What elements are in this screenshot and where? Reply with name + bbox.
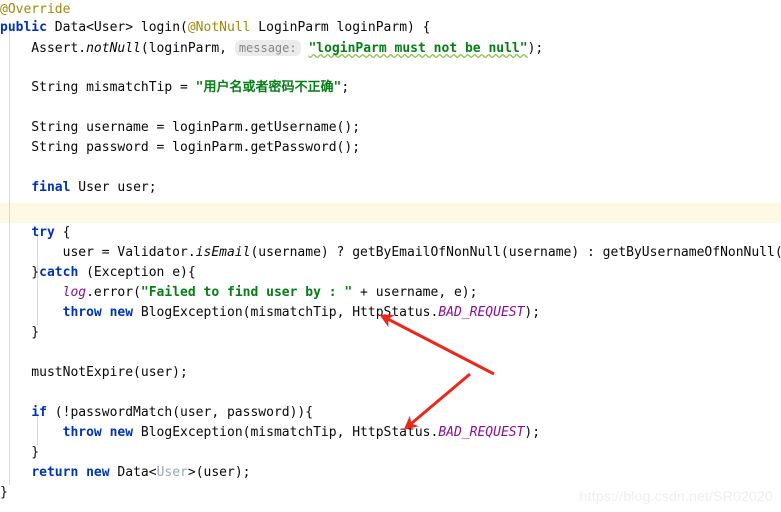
code-line-12[interactable]: try { (0, 223, 70, 243)
code-token: throw (62, 425, 102, 440)
code-token: { (54, 225, 71, 240)
code-token: isEmail (195, 245, 251, 260)
code-token: ); (524, 425, 541, 440)
code-token: >(user); (187, 465, 251, 480)
code-token: "Failed to find user by : " (140, 285, 353, 300)
code-token: new (86, 465, 110, 480)
code-token: BlogException(mismatchTip, HttpStatus. (133, 305, 439, 320)
code-line-16[interactable]: throw new BlogException(mismatchTip, Htt… (0, 303, 540, 323)
code-token: if (31, 405, 47, 420)
code-token: User (156, 465, 188, 480)
code-token: (loginParm, (140, 41, 235, 56)
code-token: LoginParm loginParm) { (250, 20, 431, 35)
code-token: @NotNull (187, 20, 251, 35)
code-token: ); (524, 305, 541, 320)
code-line-15[interactable]: log.error("Failed to find user by : " + … (0, 283, 478, 303)
code-line-13[interactable]: user = Validator.isEmail(username) ? get… (0, 243, 781, 263)
code-token: catch (39, 265, 79, 280)
code-line-24[interactable]: return new Data<User>(user); (0, 463, 251, 483)
code-token: log (62, 285, 87, 300)
code-line-2[interactable]: public Data<User> login(@NotNull LoginPa… (0, 18, 431, 38)
code-editor-pane[interactable]: @Override public Data<User> login(@NotNul… (0, 0, 781, 512)
code-line-7[interactable]: String username = loginParm.getUsername(… (0, 118, 360, 138)
code-token: String password = loginParm.getPassword(… (0, 140, 361, 155)
code-line-25[interactable]: } (0, 483, 8, 503)
code-line-22[interactable]: throw new BlogException(mismatchTip, Htt… (0, 423, 540, 443)
code-token: public (0, 20, 47, 35)
code-token: throw (62, 305, 102, 320)
code-token: Assert. (0, 41, 87, 56)
code-token: BAD_REQUEST (438, 305, 525, 320)
code-token: } (0, 445, 40, 460)
code-token: BlogException(mismatchTip, HttpStatus. (133, 425, 439, 440)
code-token: new (109, 305, 134, 320)
code-token: User user; (70, 180, 157, 195)
code-token: @Override (0, 2, 71, 17)
code-token: .error( (86, 285, 141, 300)
code-token: BAD_REQUEST (438, 425, 525, 440)
code-line-3[interactable]: Assert.notNull(loginParm, message: "logi… (0, 38, 543, 58)
watermark-url: https://blog.csdn.net/SR02020 (579, 488, 773, 504)
code-token: Data<User> login( (46, 20, 188, 35)
code-token: String mismatchTip = (0, 80, 196, 95)
code-token: Data< (109, 465, 157, 480)
code-token: } (0, 265, 40, 280)
code-token: notNull (86, 41, 141, 56)
code-line-5[interactable]: String mismatchTip = "用户名或者密码不正确"; (0, 78, 349, 98)
code-line-17[interactable]: } (0, 323, 39, 343)
code-line-23[interactable]: } (0, 443, 39, 463)
code-line-14[interactable]: }catch (Exception e){ (0, 263, 196, 283)
code-line-19[interactable]: mustNotExpire(user); (0, 363, 188, 383)
code-token: ); (527, 41, 544, 56)
code-token: new (109, 425, 134, 440)
code-token: final (31, 180, 71, 195)
code-token: "loginParm must not be null" (308, 41, 528, 56)
code-token: user = Validator. (0, 245, 196, 260)
code-token: String username = loginParm.getUsername(… (0, 120, 361, 135)
code-token: (!passwordMatch(user, password)){ (46, 405, 314, 420)
code-token: (Exception e){ (78, 265, 196, 280)
source-code-text[interactable]: @Override public Data<User> login(@NotNul… (0, 0, 781, 512)
code-line-8[interactable]: String password = loginParm.getPassword(… (0, 138, 360, 158)
code-line-1[interactable]: @Override (0, 0, 70, 20)
inlay-param-hint: message: (234, 40, 301, 56)
code-token: mustNotExpire(user); (0, 365, 188, 380)
code-token: ; (341, 80, 350, 95)
code-token: } (0, 485, 8, 500)
code-line-21[interactable]: if (!passwordMatch(user, password)){ (0, 403, 313, 423)
code-token: } (0, 325, 40, 340)
code-token: try (31, 225, 55, 240)
code-token: (username) ? getByEmailOfNonNull(usernam… (250, 245, 781, 260)
code-line-10[interactable]: final User user; (0, 178, 157, 198)
code-token: return (31, 465, 79, 480)
code-token: "用户名或者密码不正确" (195, 80, 342, 95)
code-token: + username, e); (352, 285, 478, 300)
